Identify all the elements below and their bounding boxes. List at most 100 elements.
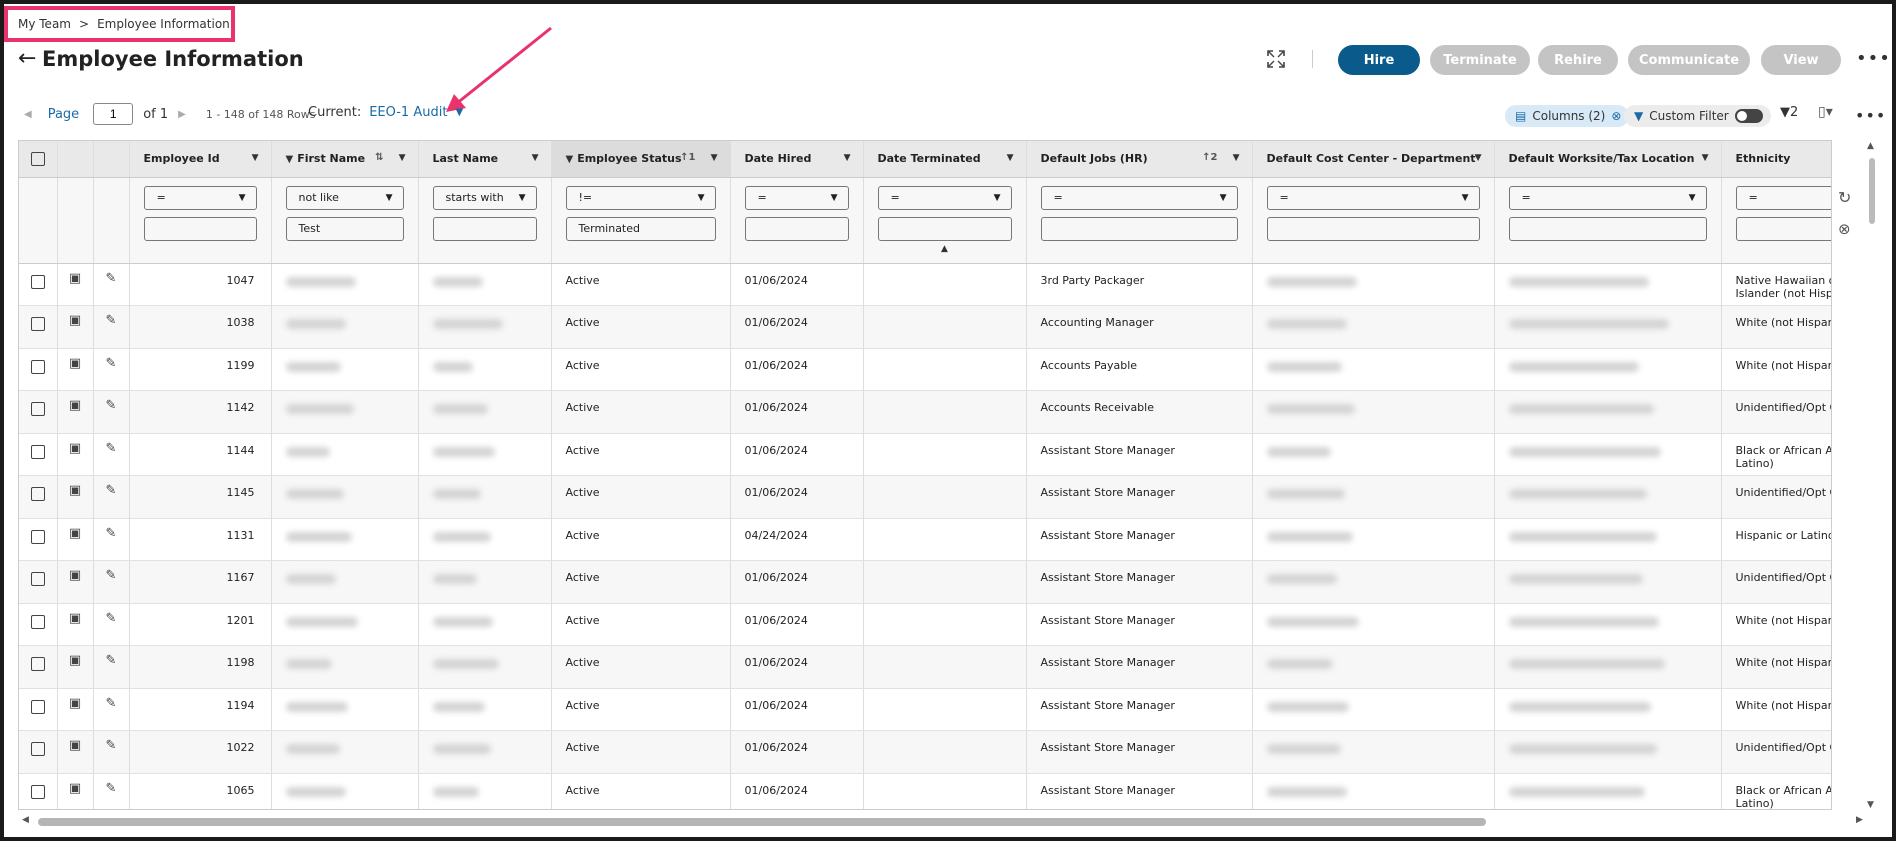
view-profile-icon[interactable]: ▣ bbox=[69, 696, 81, 711]
table-row[interactable]: ▣ ✎ 1065 Active 01/06/2024 Assistant Store Ma… bbox=[19, 773, 1831, 809]
col-date-hired[interactable]: Date Hired ▼ bbox=[730, 141, 864, 178]
table-row[interactable]: ▣ ✎ 1199 Active 01/06/2024 Accounts Payable Wh… bbox=[19, 348, 1831, 391]
filter-value-input[interactable] bbox=[744, 216, 849, 241]
table-row[interactable]: ▣ ✎ 1194 Active 01/06/2024 Assistant Store Ma… bbox=[19, 688, 1831, 731]
chevron-down-icon[interactable]: ▼ bbox=[252, 153, 259, 163]
row-checkbox[interactable] bbox=[30, 359, 45, 374]
table-row[interactable]: ▣ ✎ 1131 Active 04/24/2024 Assistant Store Ma… bbox=[19, 518, 1831, 561]
filter-operator-select[interactable]: =▼ bbox=[744, 185, 849, 210]
filter-value-input[interactable]: Test bbox=[285, 216, 404, 241]
filter-operator-select[interactable]: not like ▼ bbox=[285, 185, 404, 210]
sort-ascending-icon[interactable]: ↑1 bbox=[680, 152, 695, 163]
active-filters-indicator[interactable]: ▼2 bbox=[1780, 105, 1798, 120]
filter-value-input[interactable]: Terminated bbox=[565, 216, 716, 241]
row-checkbox[interactable] bbox=[30, 657, 45, 671]
table-row[interactable]: ▣ ✎ 1047 Active 01/06/2024 3rd Party Packager… bbox=[19, 263, 1831, 306]
edit-employee-icon[interactable]: ✎ bbox=[106, 441, 117, 456]
select-all-checkbox[interactable] bbox=[30, 152, 45, 167]
chevron-down-icon[interactable]: ▼ bbox=[844, 153, 851, 163]
row-checkbox[interactable] bbox=[30, 784, 45, 799]
row-checkbox[interactable] bbox=[30, 402, 45, 416]
communicate-button[interactable]: Communicate bbox=[1628, 45, 1750, 75]
row-checkbox[interactable] bbox=[30, 317, 45, 331]
edit-employee-icon[interactable]: ✎ bbox=[106, 313, 117, 328]
col-employee-id[interactable]: Employee Id ▼ bbox=[129, 141, 272, 178]
row-checkbox[interactable] bbox=[30, 742, 45, 756]
edit-employee-icon[interactable]: ✎ bbox=[106, 653, 117, 668]
table-row[interactable]: ▣ ✎ 1167 Active 01/06/2024 Assistant Store Ma… bbox=[19, 560, 1831, 604]
horizontal-scroll-thumb[interactable] bbox=[38, 818, 1486, 826]
chevron-down-icon[interactable]: ▼ bbox=[1007, 153, 1014, 163]
chevron-down-icon[interactable]: ▼ bbox=[711, 153, 718, 163]
view-profile-icon[interactable]: ▣ bbox=[69, 483, 81, 498]
view-profile-icon[interactable]: ▣ bbox=[69, 653, 81, 668]
filter-value-input[interactable] bbox=[1040, 216, 1238, 241]
row-checkbox[interactable] bbox=[30, 529, 45, 544]
breadcrumb-parent[interactable]: My Team bbox=[18, 17, 71, 31]
close-icon[interactable]: ⊗ bbox=[1611, 109, 1621, 123]
filter-value-input[interactable] bbox=[1266, 216, 1480, 241]
col-last-name[interactable]: Last Name ▼ bbox=[418, 141, 552, 178]
col-first-name[interactable]: ▼ First Name ⇅ ▼ bbox=[271, 141, 419, 178]
view-profile-icon[interactable]: ▣ bbox=[69, 313, 81, 328]
scroll-right-icon[interactable]: ▶ bbox=[1856, 815, 1863, 825]
scroll-down-icon[interactable]: ▼ bbox=[1867, 800, 1874, 810]
vertical-scrollbar[interactable] bbox=[1866, 140, 1878, 810]
row-checkbox[interactable] bbox=[30, 274, 45, 289]
col-date-terminated[interactable]: Date Terminated ▼ bbox=[863, 141, 1027, 178]
sort-ascending-icon[interactable]: ↑2 bbox=[1202, 152, 1217, 163]
edit-employee-icon[interactable]: ✎ bbox=[106, 611, 117, 626]
view-profile-icon[interactable]: ▣ bbox=[69, 611, 81, 626]
chevron-down-icon[interactable]: ▼ bbox=[1475, 153, 1482, 163]
chevron-down-icon[interactable]: ▼ bbox=[455, 107, 463, 118]
next-page-icon[interactable]: ▶ bbox=[178, 109, 186, 120]
edit-employee-icon[interactable]: ✎ bbox=[106, 356, 117, 371]
grid-more-icon[interactable]: ••• bbox=[1855, 106, 1886, 125]
custom-filter-toggle[interactable] bbox=[1734, 109, 1763, 123]
hire-button[interactable]: Hire bbox=[1338, 45, 1420, 75]
filter-operator-select[interactable]: =▼ bbox=[877, 185, 1012, 210]
row-checkbox[interactable] bbox=[30, 614, 45, 629]
edit-employee-icon[interactable]: ✎ bbox=[106, 526, 117, 541]
filter-value-input[interactable] bbox=[877, 216, 1012, 241]
custom-filter-chip[interactable]: ▼ Custom Filter bbox=[1624, 105, 1771, 127]
view-button[interactable]: View bbox=[1761, 45, 1841, 75]
col-default-jobs[interactable]: Default Jobs (HR) ↑2 ▼ bbox=[1026, 141, 1253, 178]
filter-operator-select[interactable]: != ▼ bbox=[565, 185, 716, 210]
view-profile-icon[interactable]: ▣ bbox=[69, 526, 81, 541]
edit-employee-icon[interactable]: ✎ bbox=[106, 398, 117, 413]
filter-operator-select[interactable]: =▼ bbox=[143, 185, 257, 210]
table-row[interactable]: ▣ ✎ 1198 Active 01/06/2024 Assistant Store Ma… bbox=[19, 645, 1831, 689]
view-profile-icon[interactable]: ▣ bbox=[69, 271, 81, 286]
prev-page-icon[interactable]: ◀ bbox=[24, 109, 32, 120]
filter-operator-select[interactable]: =▼ bbox=[1040, 185, 1238, 210]
filter-value-input[interactable] bbox=[1735, 216, 1831, 241]
scroll-left-icon[interactable]: ◀ bbox=[22, 815, 29, 825]
scroll-up-icon[interactable]: ▲ bbox=[1867, 141, 1874, 151]
view-profile-icon[interactable]: ▣ bbox=[69, 781, 81, 796]
export-icon[interactable]: ▯▾ bbox=[1818, 104, 1833, 120]
current-view-dropdown[interactable]: EEO-1 Audit bbox=[369, 105, 447, 120]
edit-employee-icon[interactable]: ✎ bbox=[106, 568, 117, 583]
view-profile-icon[interactable]: ▣ bbox=[69, 356, 81, 371]
collapse-filter-icon[interactable]: ▲ bbox=[878, 244, 1012, 254]
filter-value-input[interactable] bbox=[143, 216, 257, 241]
edit-employee-icon[interactable]: ✎ bbox=[106, 738, 117, 753]
columns-chip[interactable]: ▤ Columns (2) ⊗ bbox=[1505, 105, 1630, 127]
view-profile-icon[interactable]: ▣ bbox=[69, 441, 81, 456]
row-checkbox[interactable] bbox=[30, 444, 45, 459]
back-arrow-icon[interactable]: ← bbox=[18, 46, 36, 71]
row-checkbox[interactable] bbox=[30, 699, 45, 714]
edit-employee-icon[interactable]: ✎ bbox=[106, 483, 117, 498]
table-row[interactable]: ▣ ✎ 1145 Active 01/06/2024 Assistant Store Ma… bbox=[19, 475, 1831, 519]
col-worksite[interactable]: Default Worksite/Tax Location ▼ bbox=[1494, 141, 1722, 178]
chevron-down-icon[interactable]: ▼ bbox=[1702, 153, 1709, 163]
clear-filters-icon[interactable]: ⊗ bbox=[1838, 220, 1851, 238]
rehire-button[interactable]: Rehire bbox=[1538, 45, 1618, 75]
vertical-scroll-thumb[interactable] bbox=[1869, 158, 1875, 224]
terminate-button[interactable]: Terminate bbox=[1430, 45, 1530, 75]
sort-icon[interactable]: ⇅ bbox=[375, 152, 383, 163]
chevron-down-icon[interactable]: ▼ bbox=[399, 153, 406, 163]
table-row[interactable]: ▣ ✎ 1038 Active 01/06/2024 Accounting Manager… bbox=[19, 305, 1831, 349]
view-profile-icon[interactable]: ▣ bbox=[69, 738, 81, 753]
